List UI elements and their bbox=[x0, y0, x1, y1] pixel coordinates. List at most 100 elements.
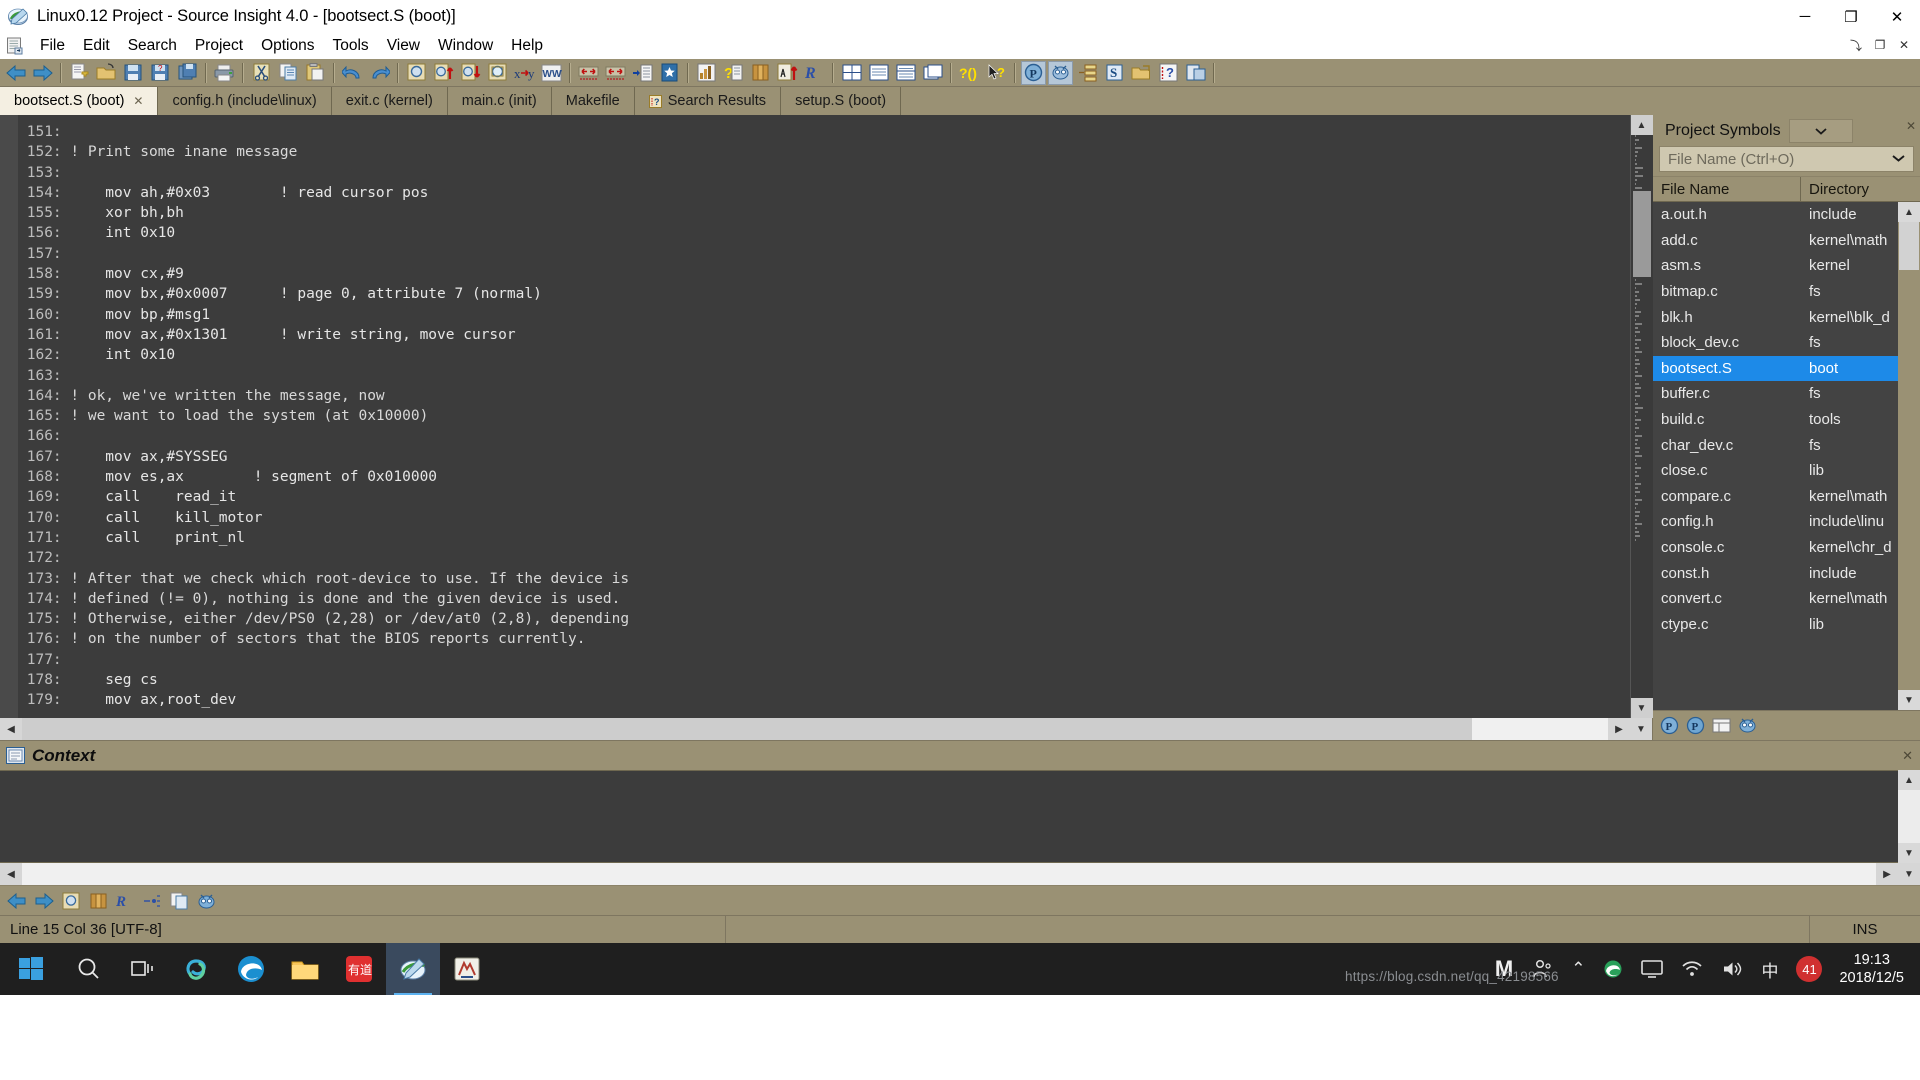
source-links-icon[interactable]: S bbox=[1102, 61, 1127, 85]
editor-scroll-track[interactable] bbox=[1630, 135, 1653, 698]
open-folder-icon[interactable] bbox=[94, 61, 119, 85]
edge-tray-icon[interactable] bbox=[1594, 943, 1632, 995]
tile-windows-icon[interactable] bbox=[839, 61, 864, 85]
close-button[interactable]: ✕ bbox=[1874, 0, 1920, 33]
scroll-down-corner-icon[interactable]: ▼ bbox=[1630, 718, 1652, 740]
context-hscroll-track[interactable] bbox=[22, 863, 1876, 885]
tab-search-results[interactable]: ? Search Results bbox=[635, 87, 782, 115]
options-icon[interactable] bbox=[195, 890, 217, 912]
column-header-file-name[interactable]: File Name bbox=[1653, 177, 1801, 201]
monitor-icon[interactable] bbox=[1632, 943, 1672, 995]
menu-file[interactable]: File bbox=[31, 35, 74, 57]
menu-project[interactable]: Project bbox=[186, 35, 252, 57]
context-content-area[interactable] bbox=[0, 770, 1898, 863]
context-horizontal-scrollbar[interactable]: ◀ ▶ ▼ bbox=[0, 863, 1920, 885]
file-list-row[interactable]: compare.c kernel\math bbox=[1653, 484, 1898, 510]
file-list-row[interactable]: console.c kernel\chr_d bbox=[1653, 535, 1898, 561]
file-list-row[interactable]: buffer.c fs bbox=[1653, 381, 1898, 407]
project-settings-icon[interactable] bbox=[1048, 60, 1073, 85]
context-scroll-track[interactable] bbox=[1898, 790, 1920, 843]
source-insight-icon[interactable] bbox=[386, 943, 440, 995]
relation-icon[interactable]: R bbox=[802, 61, 827, 85]
copy-icon[interactable] bbox=[168, 890, 190, 912]
back-arrow-icon[interactable] bbox=[3, 61, 28, 85]
bookmark-icon[interactable] bbox=[657, 61, 682, 85]
file-list-scroll-track[interactable] bbox=[1898, 222, 1920, 690]
paste-icon[interactable] bbox=[303, 61, 328, 85]
contents-icon[interactable] bbox=[1711, 716, 1731, 736]
code-editor[interactable]: 151: 152: ! Print some inane message 153… bbox=[18, 115, 1630, 718]
reference-icon[interactable] bbox=[748, 61, 773, 85]
menu-view[interactable]: View bbox=[378, 35, 429, 57]
file-list-row[interactable]: build.c tools bbox=[1653, 407, 1898, 433]
editor-hscroll-thumb[interactable] bbox=[22, 718, 1472, 740]
editor-scroll-thumb[interactable] bbox=[1632, 191, 1651, 277]
find-down-icon[interactable] bbox=[458, 61, 483, 85]
sogou-pinyin-icon[interactable] bbox=[170, 943, 224, 995]
search-circle-icon[interactable] bbox=[62, 943, 116, 995]
close-panel-icon[interactable]: ✕ bbox=[1902, 748, 1913, 764]
scroll-right-arrow-icon[interactable]: ▶ bbox=[1876, 863, 1898, 885]
jump-right-icon[interactable] bbox=[603, 61, 628, 85]
file-list-scrollbar[interactable]: ▲ ▼ bbox=[1898, 202, 1920, 710]
mdi-restore-button[interactable]: ⤵ bbox=[1844, 35, 1868, 55]
find-icon[interactable] bbox=[404, 61, 429, 85]
chevron-down-icon[interactable] bbox=[1892, 153, 1905, 165]
file-list-row[interactable]: a.out.h include bbox=[1653, 202, 1898, 228]
file-list-row[interactable]: const.h include bbox=[1653, 560, 1898, 586]
taskbar-clock[interactable]: 19:13 2018/12/5 bbox=[1831, 951, 1912, 987]
mdi-maximize-button[interactable]: ❐ bbox=[1868, 35, 1892, 55]
scroll-up-arrow-icon[interactable]: ▲ bbox=[1630, 115, 1653, 135]
file-list-row[interactable]: char_dev.c fs bbox=[1653, 432, 1898, 458]
menu-options[interactable]: Options bbox=[252, 35, 323, 57]
tab-config-h[interactable]: config.h (include\linux) bbox=[158, 87, 332, 115]
scroll-right-arrow-icon[interactable]: ▶ bbox=[1608, 718, 1630, 740]
link-icon[interactable]: R bbox=[114, 890, 136, 912]
smart-pointer-icon[interactable]: ? bbox=[984, 61, 1009, 85]
scroll-down-arrow-icon[interactable]: ▼ bbox=[1630, 698, 1653, 718]
ime-indicator[interactable]: 中 bbox=[1752, 943, 1787, 995]
search-web-icon[interactable]: WWW bbox=[539, 61, 564, 85]
window-full-icon[interactable] bbox=[866, 61, 891, 85]
context-vertical-scrollbar[interactable]: ▲ ▼ bbox=[1898, 770, 1920, 863]
editor-horizontal-scrollbar[interactable]: ◀ ▶ ▼ bbox=[0, 718, 1652, 740]
mdi-close-button[interactable]: ✕ bbox=[1892, 35, 1916, 55]
wifi-icon[interactable] bbox=[1672, 943, 1712, 995]
edge-browser-icon[interactable] bbox=[224, 943, 278, 995]
file-list-row[interactable]: asm.s kernel bbox=[1653, 253, 1898, 279]
editor-hscroll-track[interactable] bbox=[22, 718, 1608, 740]
goto-line-icon[interactable] bbox=[630, 61, 655, 85]
editor-vertical-scrollbar[interactable]: ▲ ▼ bbox=[1630, 115, 1653, 718]
file-list-row[interactable]: bootsect.S boot bbox=[1653, 355, 1898, 382]
panels-icon[interactable] bbox=[1183, 61, 1208, 85]
syntax-format-icon[interactable]: ?() bbox=[957, 61, 982, 85]
tab-bootsect[interactable]: bootsect.S (boot) ✕ bbox=[0, 87, 159, 115]
project-files-icon[interactable]: P bbox=[1685, 716, 1705, 736]
folder-links-icon[interactable] bbox=[1129, 61, 1154, 85]
speaker-icon[interactable] bbox=[1712, 943, 1752, 995]
save-as-icon[interactable]: ? bbox=[148, 61, 173, 85]
cut-icon[interactable] bbox=[249, 61, 274, 85]
undo-icon[interactable] bbox=[340, 61, 365, 85]
project-icon[interactable]: P bbox=[1021, 60, 1046, 85]
youdao-dict-icon[interactable]: 有道 bbox=[332, 943, 386, 995]
file-list-row[interactable]: close.c lib bbox=[1653, 458, 1898, 484]
outline-icon[interactable] bbox=[1075, 61, 1100, 85]
notification-badge[interactable]: 41 bbox=[1787, 943, 1831, 995]
menu-search[interactable]: Search bbox=[119, 35, 186, 57]
scroll-down-arrow-icon[interactable]: ▼ bbox=[1898, 690, 1920, 710]
file-list-row[interactable]: block_dev.c fs bbox=[1653, 330, 1898, 356]
tab-exit-c[interactable]: exit.c (kernel) bbox=[332, 87, 448, 115]
editor-selection-margin[interactable] bbox=[0, 115, 18, 718]
scroll-up-arrow-icon[interactable]: ▲ bbox=[1898, 770, 1920, 790]
back-arrow-icon[interactable] bbox=[6, 890, 28, 912]
project-symbols-icon[interactable]: P bbox=[1659, 716, 1679, 736]
window-split-icon[interactable] bbox=[893, 61, 918, 85]
forward-arrow-icon[interactable] bbox=[33, 890, 55, 912]
options-icon[interactable] bbox=[1737, 716, 1757, 736]
task-view-icon[interactable] bbox=[116, 943, 170, 995]
tab-main-c[interactable]: main.c (init) bbox=[448, 87, 552, 115]
scroll-down-arrow-icon[interactable]: ▼ bbox=[1898, 843, 1920, 863]
symbol-window-icon[interactable] bbox=[694, 61, 719, 85]
file-list[interactable]: a.out.h include add.c kernel\math asm.s kerne… bbox=[1653, 202, 1898, 710]
